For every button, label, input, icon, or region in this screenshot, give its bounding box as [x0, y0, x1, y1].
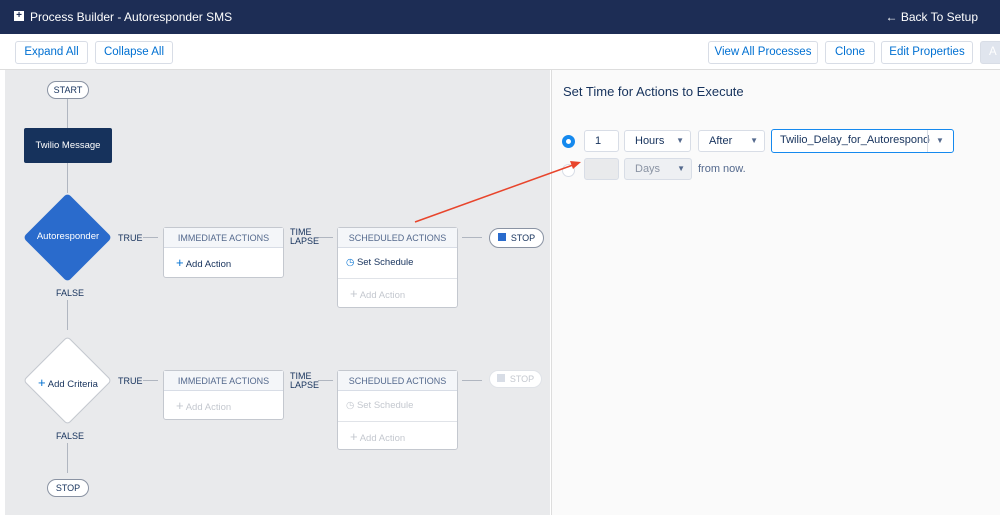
annotation-arrow-head: [570, 161, 581, 169]
annotation-arrow: [414, 161, 581, 223]
annotation-arrow-line: [414, 164, 574, 223]
